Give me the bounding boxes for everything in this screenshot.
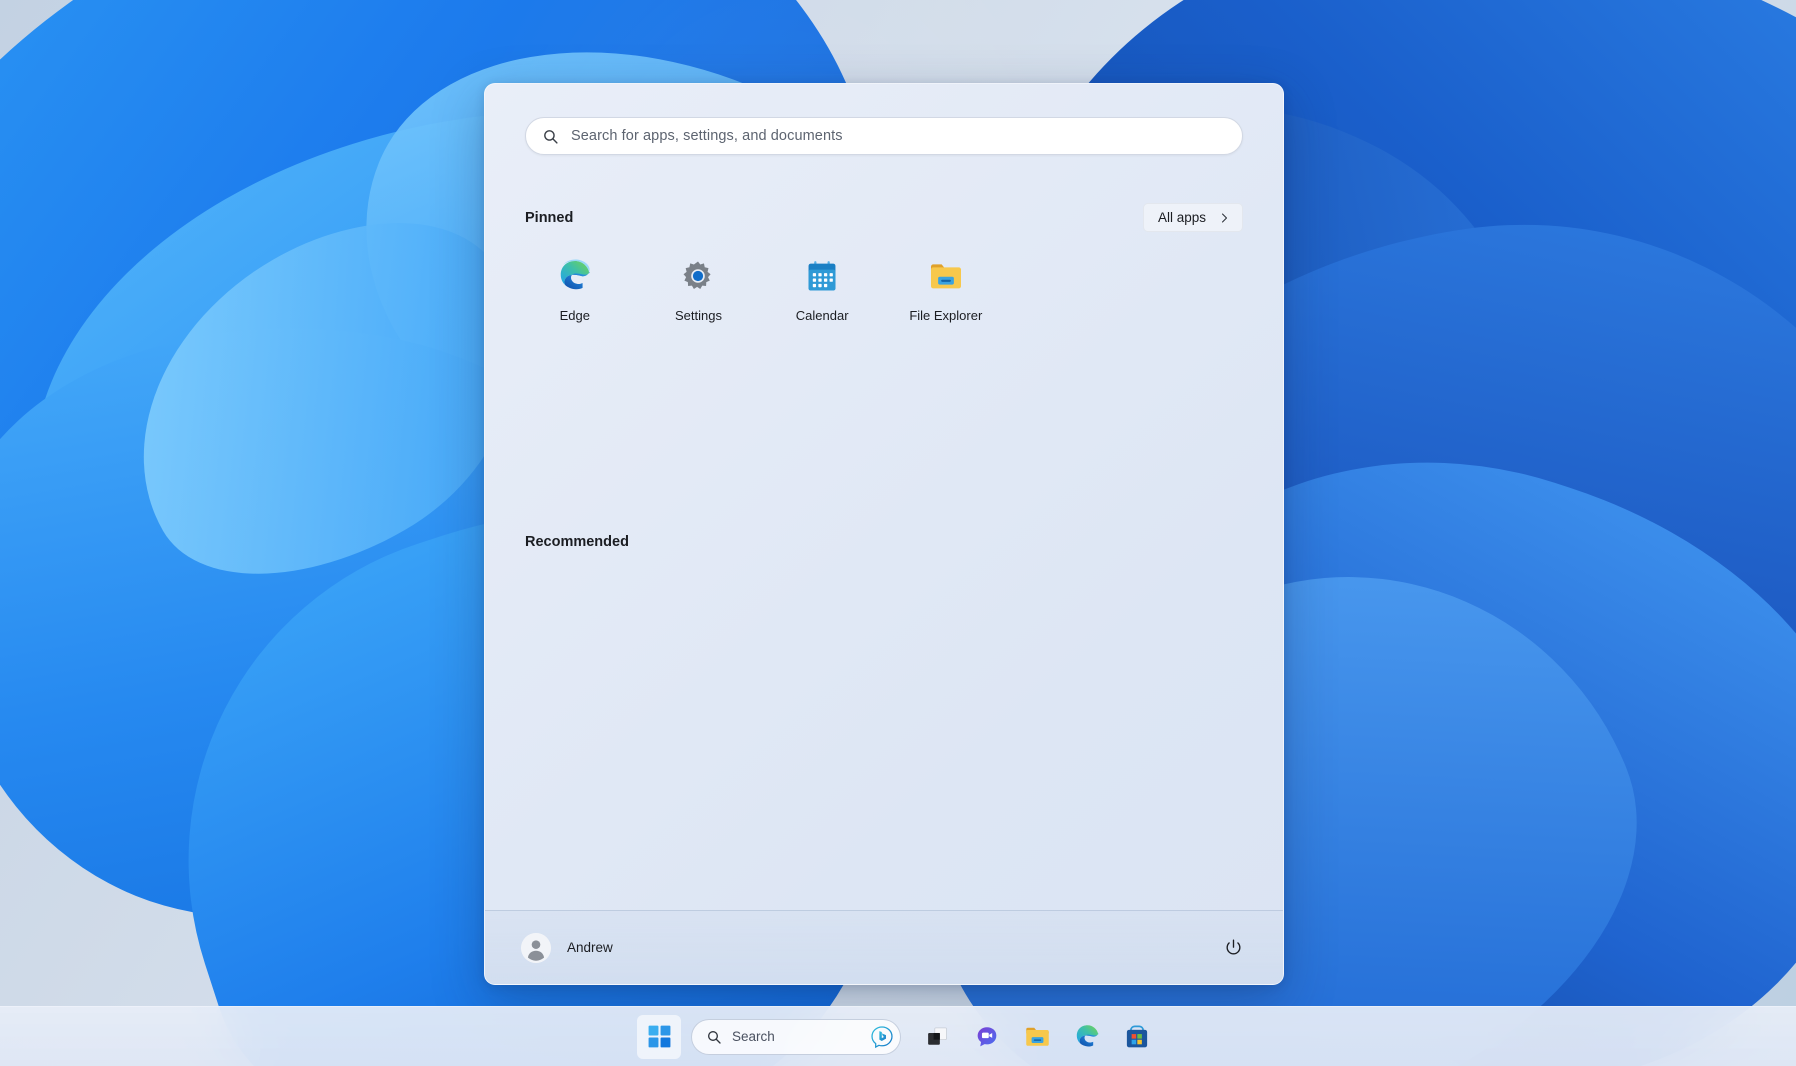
pinned-grid-empty-slot [1008, 248, 1132, 335]
file-explorer-button[interactable] [1015, 1015, 1059, 1059]
avatar [521, 933, 551, 963]
recommended-list [485, 551, 1283, 910]
pinned-app-label: Settings [675, 308, 722, 323]
chat-video-icon [974, 1024, 1000, 1050]
store-icon [1124, 1024, 1150, 1050]
start-search-input[interactable]: Search for apps, settings, and documents [525, 117, 1243, 155]
pinned-header: Pinned All apps [485, 203, 1283, 232]
edge-button[interactable] [1065, 1015, 1109, 1059]
recommended-header: Recommended [485, 533, 1283, 551]
desktop[interactable]: Search for apps, settings, and documents… [0, 0, 1796, 1066]
pinned-app-label: File Explorer [909, 308, 982, 323]
pinned-app-calendar[interactable]: Calendar [760, 248, 884, 335]
microsoft-store-button[interactable] [1115, 1015, 1159, 1059]
bing-chat-icon[interactable] [870, 1025, 894, 1049]
chat-button[interactable] [965, 1015, 1009, 1059]
search-icon [706, 1029, 722, 1045]
calendar-icon [804, 258, 840, 294]
taskbar-search-input[interactable]: Search [691, 1019, 901, 1055]
search-icon [542, 128, 559, 145]
pinned-app-settings[interactable]: Settings [637, 248, 761, 335]
pinned-app-file-explorer[interactable]: File Explorer [884, 248, 1008, 335]
user-account-button[interactable]: Andrew [515, 927, 623, 969]
pinned-apps-grid: Edge Settings [485, 238, 1283, 335]
folder-icon [928, 258, 964, 294]
start-search-container: Search for apps, settings, and documents [485, 84, 1283, 155]
power-button[interactable] [1216, 930, 1251, 965]
start-search-placeholder: Search for apps, settings, and documents [571, 128, 843, 144]
edge-icon [557, 258, 593, 294]
user-name: Andrew [567, 940, 613, 955]
pinned-app-label: Calendar [796, 308, 849, 323]
pinned-app-edge[interactable]: Edge [513, 248, 637, 335]
start-menu-footer: Andrew [485, 910, 1283, 984]
recommended-title: Recommended [525, 534, 629, 550]
taskbar-search-placeholder: Search [732, 1029, 870, 1044]
pinned-app-label: Edge [560, 308, 590, 323]
pinned-grid-empty-slot [1131, 248, 1255, 335]
gear-icon [680, 258, 716, 294]
windows-logo-icon [648, 1025, 671, 1048]
taskbar: Search [0, 1006, 1796, 1066]
chevron-right-icon [1218, 212, 1230, 224]
pinned-title: Pinned [525, 210, 573, 226]
task-view-icon [925, 1024, 950, 1049]
start-menu-panel: Search for apps, settings, and documents… [484, 83, 1284, 985]
power-icon [1224, 938, 1243, 957]
all-apps-button[interactable]: All apps [1143, 203, 1243, 232]
edge-icon [1074, 1023, 1101, 1050]
task-view-button[interactable] [915, 1015, 959, 1059]
all-apps-label: All apps [1158, 210, 1206, 225]
start-button[interactable] [637, 1015, 681, 1059]
folder-icon [1024, 1023, 1051, 1050]
